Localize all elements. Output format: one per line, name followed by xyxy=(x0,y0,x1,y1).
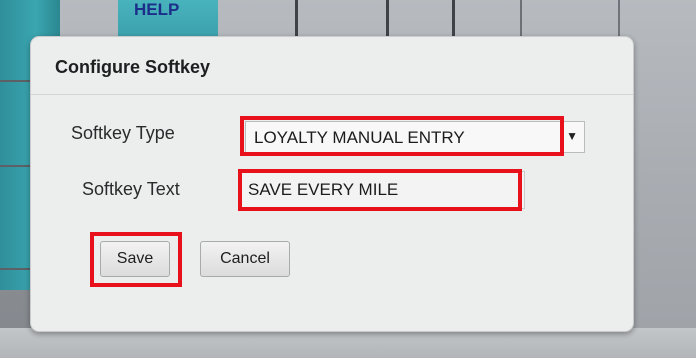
softkey-text-input[interactable] xyxy=(241,171,525,209)
softkey-text-label: Softkey Text xyxy=(82,179,180,199)
cancel-button[interactable]: Cancel xyxy=(200,241,290,277)
configure-softkey-dialog: Configure Softkey Softkey Type LOYALTY M… xyxy=(30,36,634,332)
softkey-type-label: Softkey Type xyxy=(71,123,175,143)
softkey-type-select[interactable]: LOYALTY MANUAL ENTRY ▼ xyxy=(245,121,585,153)
softkey-type-value: LOYALTY MANUAL ENTRY xyxy=(254,128,465,147)
save-button[interactable]: Save xyxy=(100,241,170,277)
background-footer xyxy=(0,328,696,358)
dialog-divider xyxy=(31,94,633,95)
dialog-title: Configure Softkey xyxy=(55,57,211,77)
help-button[interactable]: HELP xyxy=(118,0,218,40)
help-button-label: HELP xyxy=(134,0,180,19)
chevron-down-icon[interactable]: ▼ xyxy=(566,129,578,143)
